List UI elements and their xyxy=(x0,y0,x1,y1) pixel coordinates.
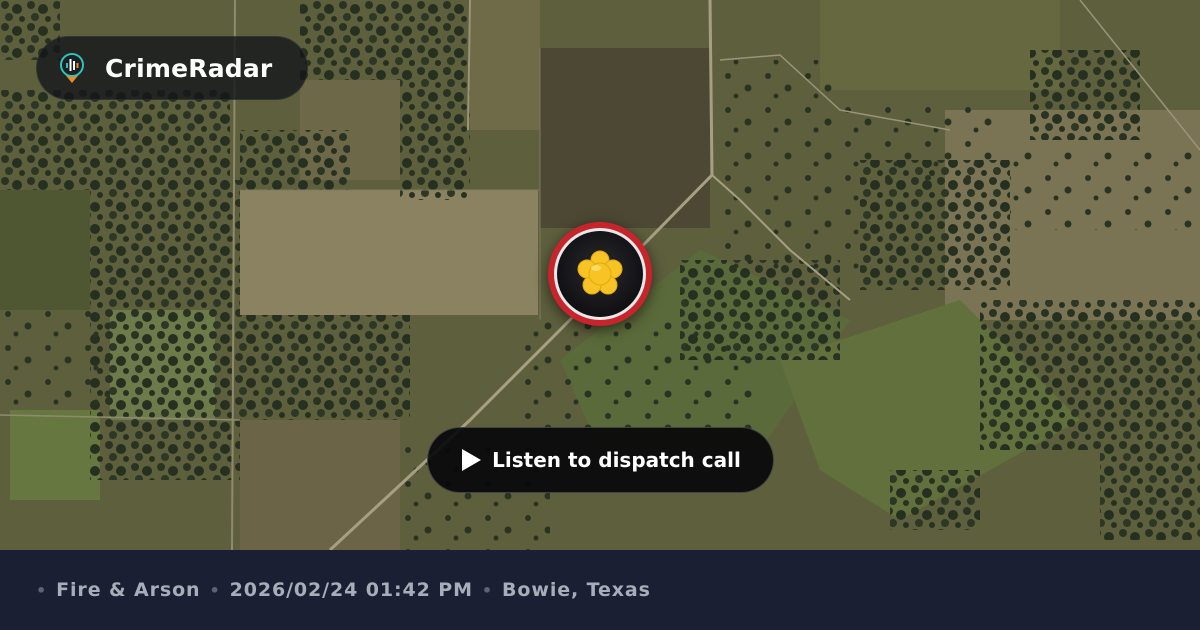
play-icon xyxy=(462,449,482,471)
radar-pin-logo-icon xyxy=(60,53,84,83)
marker-core xyxy=(557,231,643,317)
marker-ring xyxy=(554,228,646,320)
separator-dot: • xyxy=(209,580,221,600)
incident-location: Bowie, Texas xyxy=(502,579,651,601)
separator-dot: • xyxy=(36,580,48,600)
fire-arson-icon xyxy=(577,250,623,295)
brand-badge[interactable]: CrimeRadar xyxy=(36,36,308,100)
incident-meta: • Fire & Arson • 2026/02/24 01:42 PM • B… xyxy=(36,579,651,601)
incident-category: Fire & Arson xyxy=(56,579,201,601)
incident-marker[interactable] xyxy=(548,222,652,326)
incident-datetime: 2026/02/24 01:42 PM xyxy=(229,579,473,601)
brand-name: CrimeRadar xyxy=(105,53,273,83)
listen-dispatch-button[interactable]: Listen to dispatch call xyxy=(427,427,774,493)
separator-dot: • xyxy=(481,580,494,600)
listen-dispatch-label: Listen to dispatch call xyxy=(492,448,741,472)
incident-footer: • Fire & Arson • 2026/02/24 01:42 PM • B… xyxy=(0,550,1200,630)
